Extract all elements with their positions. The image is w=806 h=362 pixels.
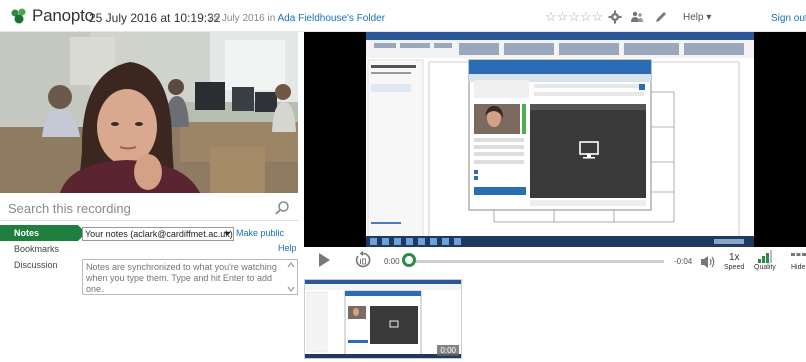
current-time: 0:00 (384, 257, 400, 266)
chevron-down-icon (224, 231, 231, 236)
tab-bookmarks[interactable]: Bookmarks (0, 241, 80, 257)
tab-discussion[interactable]: Discussion (0, 257, 80, 273)
play-icon[interactable] (318, 253, 330, 267)
slide-thumbnail[interactable]: 0:00 (304, 279, 462, 359)
rating-stars[interactable]: ☆☆☆☆☆ (545, 9, 603, 25)
webcam-frame-image (0, 32, 298, 193)
search-input[interactable] (8, 198, 268, 218)
hide-panel-icon[interactable] (791, 253, 806, 261)
notes-textarea[interactable] (82, 259, 298, 295)
notes-help-link[interactable]: Help (278, 243, 297, 253)
header-bar: Panopto 25 July 2016 at 10:19:32 25 July… (0, 0, 806, 32)
brand-name: Panopto (32, 6, 94, 25)
thumbnail-time: 0:00 (437, 345, 459, 356)
speed-label: Speed (724, 264, 745, 271)
screen-capture-image (304, 32, 806, 247)
search-icon[interactable] (274, 200, 290, 216)
make-public-link[interactable]: Make public (236, 228, 284, 238)
side-tabs: Notes Bookmarks Discussion (0, 225, 86, 273)
panopto-logo-icon (11, 8, 26, 24)
remaining-time: -0:04 (674, 257, 693, 266)
session-date: 25 July 2016 in (208, 13, 276, 24)
seek-handle[interactable] (402, 253, 416, 267)
panopto-logo[interactable]: Panopto (10, 6, 94, 26)
hide-label: Hide (791, 264, 806, 271)
seek-bar[interactable] (408, 260, 664, 263)
quality-bars-icon[interactable] (758, 250, 772, 263)
speed-value[interactable]: 1x (729, 252, 740, 263)
player-controls: 0:00 -0:04 1x Speed Quality Hide (304, 248, 806, 276)
session-subtitle: 25 July 2016 in Ada Fieldhouse's Folder (208, 13, 385, 24)
volume-icon[interactable] (700, 255, 716, 269)
quality-label: Quality (754, 264, 776, 271)
gear-icon[interactable] (608, 10, 622, 24)
notes-stream-value: Your notes (aclark@cardiffmet.ac.uk) (85, 229, 233, 239)
folder-link[interactable]: Ada Fieldhouse's Folder (278, 13, 386, 24)
screen-capture-video[interactable] (304, 32, 806, 247)
notes-stream-select[interactable]: Your notes (aclark@cardiffmet.ac.uk) (82, 227, 234, 241)
search-bar (0, 195, 298, 221)
sign-out-link[interactable]: Sign out (771, 13, 806, 24)
rewind-10-icon[interactable] (354, 251, 372, 269)
session-title: 25 July 2016 at 10:19:32 (89, 11, 221, 25)
notes-scrollbar[interactable] (286, 261, 296, 293)
tab-notes[interactable]: Notes (0, 225, 86, 241)
edit-pencil-icon[interactable] (654, 10, 668, 24)
share-users-icon[interactable] (630, 10, 644, 24)
help-menu[interactable]: Help ▾ (683, 12, 711, 23)
webcam-video[interactable] (0, 32, 298, 193)
